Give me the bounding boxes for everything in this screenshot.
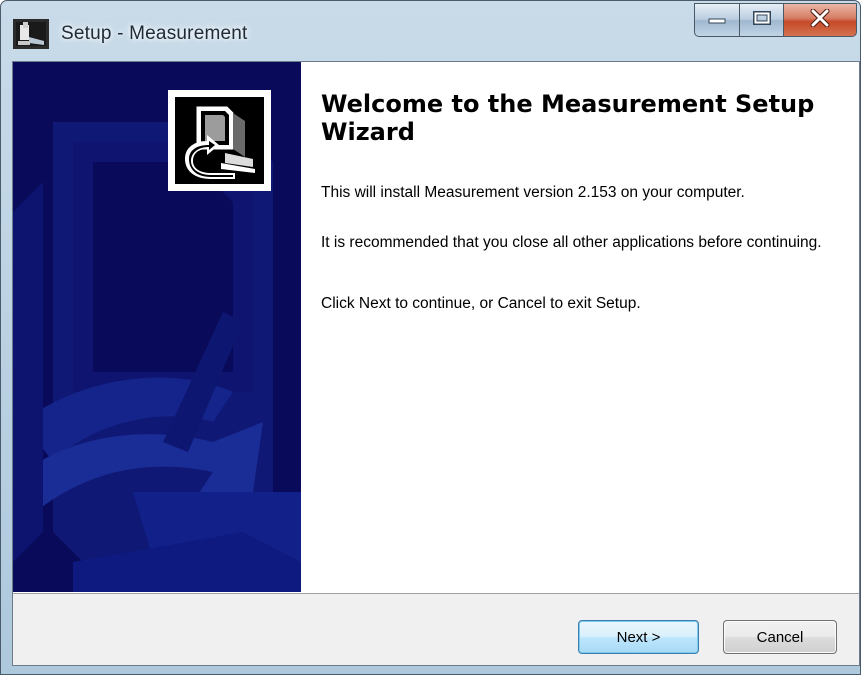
install-version-text: This will install Measurement version 2.…	[321, 184, 745, 201]
maximize-icon	[752, 10, 772, 31]
logo-frame	[168, 90, 271, 191]
maximize-button[interactable]	[740, 3, 784, 37]
next-button[interactable]: Next >	[578, 620, 699, 654]
wizard-client-area: Welcome to the Measurement Setup Wizard …	[12, 61, 860, 666]
close-button[interactable]	[784, 3, 857, 37]
computer-install-icon	[175, 97, 264, 184]
setup-window: Setup - Measurement Welcome to the Measu…	[0, 0, 861, 675]
cancel-button[interactable]: Cancel	[723, 620, 837, 654]
window-title: Setup - Measurement	[61, 23, 248, 44]
next-or-cancel-instruction-text: Click Next to continue, or Cancel to exi…	[321, 295, 641, 312]
wizard-button-bar: Next > Cancel	[13, 593, 859, 665]
minimize-icon	[708, 11, 726, 29]
caption-buttons	[694, 3, 857, 39]
wizard-side-banner	[13, 62, 301, 592]
title-bar[interactable]: Setup - Measurement	[1, 1, 861, 61]
close-icon	[810, 8, 830, 32]
close-apps-recommendation-text: It is recommended that you close all oth…	[321, 234, 822, 251]
wizard-heading: Welcome to the Measurement Setup Wizard	[321, 90, 815, 146]
minimize-button[interactable]	[694, 3, 740, 37]
setup-app-icon	[13, 19, 49, 49]
